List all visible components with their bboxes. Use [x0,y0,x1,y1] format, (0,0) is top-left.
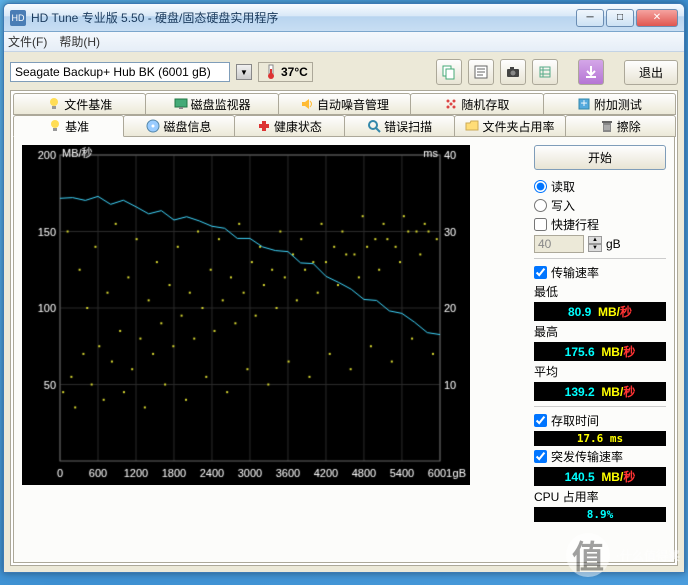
shortstroke-check[interactable] [534,218,547,231]
start-button[interactable]: 开始 [534,145,666,170]
tab-folder-usage[interactable]: 文件夹占用率 [454,115,565,137]
tab-disk-info[interactable]: 磁盘信息 [123,115,234,137]
download-icon [583,64,599,80]
menu-help[interactable]: 帮助(H) [59,33,100,50]
tab-random-access[interactable]: 随机存取 [410,93,543,115]
cpu-label: CPU 占用率 [534,488,666,505]
temperature-value: 37°C [281,65,308,79]
folder-icon [465,119,479,133]
shortstroke-spinner[interactable]: ▲▼ [588,236,602,252]
shortstroke-value: 40 [534,235,584,253]
menu-file[interactable]: 文件(F) [8,33,47,50]
settings-button[interactable] [532,59,558,85]
bulb-icon [48,119,62,133]
tab-aam[interactable]: 自动噪音管理 [278,93,411,115]
tab-extra-tests[interactable]: +附加测试 [543,93,676,115]
transfer-check[interactable] [534,266,547,279]
settings-icon [537,64,553,80]
thermometer-icon [263,64,279,80]
tab-file-benchmark[interactable]: 文件基准 [13,93,146,115]
watermark: 值 ·什么值得买 [566,533,680,577]
avg-label: 平均 [534,363,666,380]
max-value: 175.6 MB/秒 [534,342,666,361]
drive-select-arrow[interactable]: ▼ [236,64,252,80]
read-radio[interactable] [534,180,547,193]
speaker-icon [300,97,314,111]
copy-button[interactable] [436,59,462,85]
access-check[interactable] [534,414,547,427]
tab-error-scan[interactable]: 错误扫描 [344,115,455,137]
close-button[interactable]: ✕ [636,9,678,27]
read-label: 读取 [551,178,575,195]
tab-benchmark[interactable]: 基准 [13,115,124,137]
shortstroke-label: 快捷行程 [551,216,599,233]
copy-icon [441,64,457,80]
lightbulb-icon [47,97,61,111]
tab-erase[interactable]: 擦除 [565,115,676,137]
camera-button[interactable] [500,59,526,85]
watermark-text: ·什么值得买 [616,547,680,564]
application-window: HD HD Tune 专业版 5.50 - 硬盘/固态硬盘实用程序 ─ □ ✕ … [3,3,685,573]
minimize-button[interactable]: ─ [576,9,604,27]
watermark-icon: 值 [566,533,610,577]
chart-area [22,145,526,554]
save-button[interactable] [578,59,604,85]
disk-icon [146,119,160,133]
avg-value: 139.2 MB/秒 [534,382,666,401]
scan-icon [367,119,381,133]
monitor-icon [174,97,188,111]
max-label: 最高 [534,323,666,340]
shortstroke-unit: gB [606,237,621,251]
svg-text:+: + [580,97,587,110]
camera-icon [505,64,521,80]
side-panel: 开始 读取 写入 快捷行程 40 ▲▼ gB 传输速率 最低 80.9 MB/秒… [534,145,666,554]
health-icon [257,119,271,133]
temperature-display: 37°C [258,62,313,82]
min-label: 最低 [534,283,666,300]
burst-label: 突发传输速率 [551,448,623,465]
cpu-value: 8.9% [534,507,666,522]
tab-container: 文件基准 磁盘监视器 自动噪音管理 随机存取 +附加测试 基准 磁盘信息 健康状… [10,90,678,566]
drive-select-value: Seagate Backup+ Hub BK (6001 gB) [15,65,211,79]
tab-content: 开始 读取 写入 快捷行程 40 ▲▼ gB 传输速率 最低 80.9 MB/秒… [13,137,675,563]
toolbar: Seagate Backup+ Hub BK (6001 gB) ▼ 37°C … [10,58,678,86]
random-icon [444,97,458,111]
extra-icon: + [577,97,591,111]
tab-row-upper: 文件基准 磁盘监视器 自动噪音管理 随机存取 +附加测试 [13,93,675,115]
min-value: 80.9 MB/秒 [534,302,666,321]
app-icon: HD [10,10,26,26]
text-icon [473,64,489,80]
tab-health[interactable]: 健康状态 [234,115,345,137]
menubar: 文件(F) 帮助(H) [4,32,684,52]
access-label: 存取时间 [551,412,599,429]
exit-button[interactable]: 退出 [624,60,678,85]
text-button[interactable] [468,59,494,85]
maximize-button[interactable]: □ [606,9,634,27]
benchmark-chart [22,145,470,485]
burst-value: 140.5 MB/秒 [534,467,666,486]
burst-check[interactable] [534,450,547,463]
tab-disk-monitor[interactable]: 磁盘监视器 [145,93,278,115]
tab-row-lower: 基准 磁盘信息 健康状态 错误扫描 文件夹占用率 擦除 [13,115,675,137]
transfer-label: 传输速率 [551,264,599,281]
titlebar[interactable]: HD HD Tune 专业版 5.50 - 硬盘/固态硬盘实用程序 ─ □ ✕ [4,4,684,32]
erase-icon [600,119,614,133]
drive-select[interactable]: Seagate Backup+ Hub BK (6001 gB) [10,62,230,82]
access-value: 17.6 ms [534,431,666,446]
write-label: 写入 [551,197,575,214]
window-title: HD Tune 专业版 5.50 - 硬盘/固态硬盘实用程序 [31,9,576,26]
write-radio[interactable] [534,199,547,212]
